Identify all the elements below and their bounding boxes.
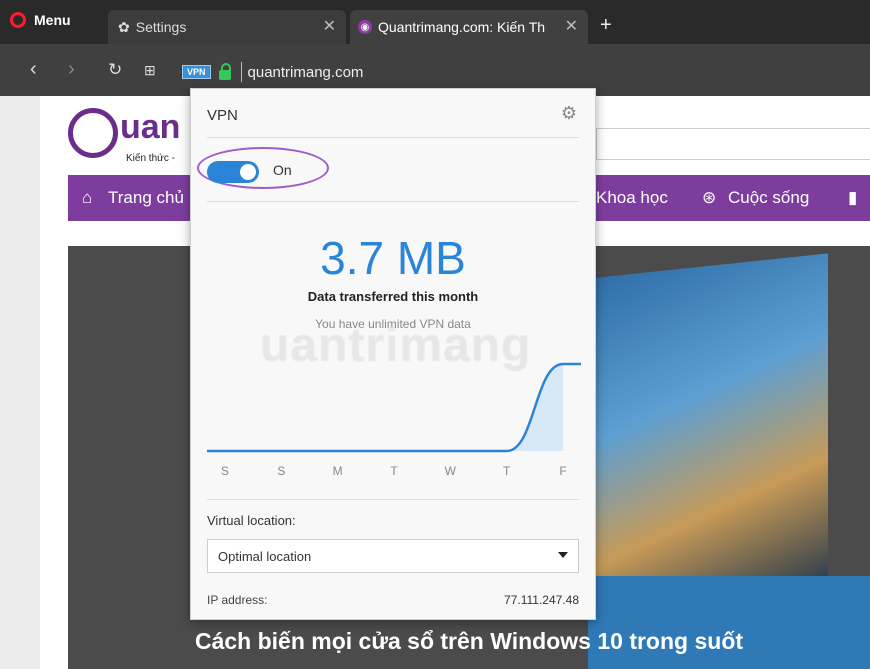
gear-icon[interactable]: ⚙ (561, 103, 577, 124)
x-tick-label: S (221, 464, 229, 478)
tab-title: Settings (135, 19, 187, 35)
back-arrow-icon[interactable]: ‹ (30, 58, 37, 81)
forward-arrow-icon[interactable]: › (68, 58, 75, 81)
ip-address-value: 77.111.247.48 (504, 593, 579, 607)
x-tick-label: S (277, 464, 285, 478)
nav-item-science[interactable]: Khoa học (596, 188, 668, 208)
x-tick-label: T (503, 464, 511, 478)
site-favicon-icon: ◉ (358, 20, 372, 34)
data-amount: 3.7 MB (320, 232, 466, 284)
reload-icon[interactable]: ↻ (108, 60, 122, 80)
divider (207, 201, 579, 202)
speed-dial-icon[interactable]: ⊞ (144, 62, 156, 79)
home-icon: ⌂ (82, 188, 93, 207)
site-search-input[interactable] (596, 128, 870, 160)
ip-address-label: IP address: (207, 593, 268, 607)
data-caption: Data transferred this month (307, 289, 479, 304)
lock-icon[interactable] (218, 63, 231, 80)
article-headline[interactable]: Cách biến mọi cửa sổ trên Windows 10 tro… (68, 628, 870, 655)
divider (207, 137, 579, 138)
tab-bar: Menu ✿ Settings ✕ ◉ Quantrimang.com: Kiế… (0, 0, 870, 44)
vpn-toggle[interactable] (207, 161, 259, 183)
tab-settings[interactable]: ✿ Settings ✕ (108, 10, 346, 44)
site-logo-text[interactable]: uan (120, 108, 180, 147)
new-tab-plus-icon[interactable]: + (600, 14, 612, 37)
virtual-location-label: Virtual location: (207, 513, 296, 528)
opera-logo-icon (10, 12, 26, 28)
keyboard-cover (588, 576, 870, 669)
divider (207, 499, 579, 500)
life-icon: ⊛ (702, 188, 717, 207)
watermark: uantrimang (260, 319, 532, 372)
menu-button[interactable]: Menu (10, 12, 71, 28)
toggle-knob (240, 164, 256, 180)
url-text[interactable]: quantrimang.com (248, 64, 364, 81)
x-tick-label: F (559, 464, 566, 478)
url-separator (240, 62, 242, 82)
tab-title: Quantrimang.com: Kiến Th (378, 19, 546, 35)
x-tick-label: T (390, 464, 398, 478)
tab-quantrimang[interactable]: ◉ Quantrimang.com: Kiến Th ✕ (350, 10, 588, 44)
gear-icon: ✿ (118, 18, 130, 35)
x-tick-label: M (333, 464, 343, 478)
nav-item-life[interactable]: Cuộc sống (728, 188, 809, 208)
x-tick-label: W (445, 464, 457, 478)
chevron-down-icon (558, 552, 568, 558)
close-icon[interactable]: ✕ (323, 16, 336, 36)
virtual-location-select[interactable]: Optimal location (207, 539, 579, 573)
site-logo-tagline: Kiến thức - (126, 153, 175, 164)
vpn-badge-button[interactable]: VPN (182, 65, 211, 79)
tablet-screen (588, 253, 828, 609)
vpn-popup-title: VPN (207, 107, 238, 124)
video-icon: ▮ (848, 188, 858, 207)
close-icon[interactable]: ✕ (565, 16, 578, 36)
url-field[interactable]: VPN quantrimang.com (182, 60, 864, 84)
vpn-toggle-label: On (273, 162, 292, 178)
nav-item-home[interactable]: Trang chủ (108, 188, 184, 208)
site-logo-icon[interactable] (68, 108, 118, 158)
virtual-location-value: Optimal location (218, 549, 312, 564)
usage-area (225, 364, 563, 451)
menu-label: Menu (34, 12, 71, 28)
